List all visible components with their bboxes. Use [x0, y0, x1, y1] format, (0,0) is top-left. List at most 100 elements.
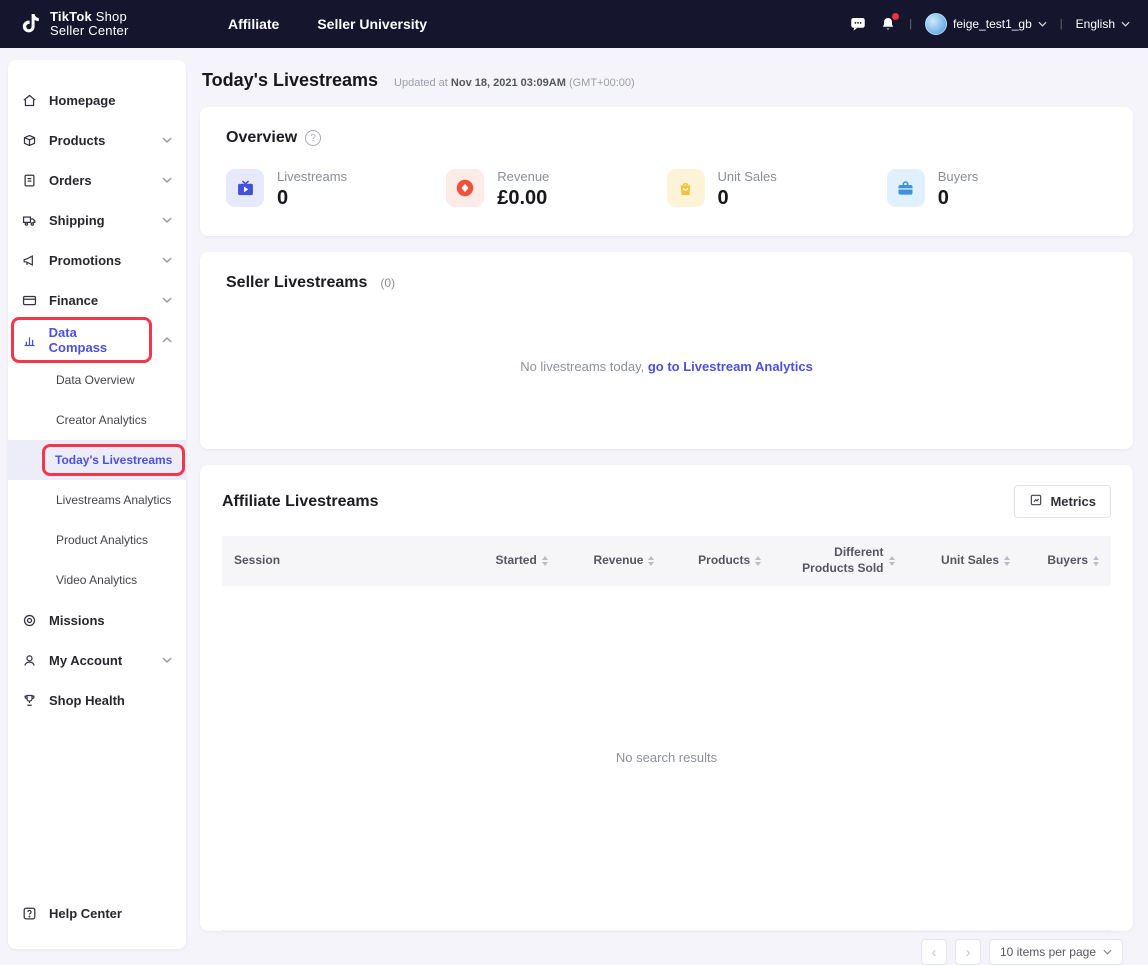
nav-seller-university[interactable]: Seller University — [317, 16, 427, 32]
overview-help-icon[interactable]: ? — [305, 130, 321, 146]
sidebar-item-data-compass[interactable]: Data Compass — [8, 320, 186, 360]
overview-title: Overview — [226, 129, 297, 147]
livestreams-tv-icon — [226, 169, 264, 207]
no-search-results-text: No search results — [222, 586, 1111, 931]
table-empty-row: No search results — [222, 586, 1111, 931]
sort-icon — [1093, 556, 1099, 566]
sidebar-item-shop-health[interactable]: Shop Health — [8, 680, 186, 720]
chevron-down-icon — [162, 657, 172, 663]
promotions-megaphone-icon — [22, 253, 39, 268]
chevron-down-icon — [162, 177, 172, 183]
chevron-down-icon — [1038, 21, 1047, 27]
empty-state-text: No livestreams today, — [520, 359, 644, 374]
subitem-label: Today's Livestreams — [55, 453, 172, 467]
sidebar-item-products[interactable]: Products — [8, 120, 186, 160]
notifications-bell-icon[interactable] — [880, 16, 896, 32]
stat-buyers: Buyers 0 — [887, 169, 1107, 210]
my-account-person-icon — [22, 653, 39, 668]
tiktok-note-icon — [18, 11, 42, 38]
livestream-analytics-link[interactable]: go to Livestream Analytics — [648, 359, 813, 374]
tiktok-shop-logo[interactable]: TikTok Shop Seller Center — [18, 10, 204, 39]
stat-unit-sales: Unit Sales 0 — [667, 169, 887, 210]
chevron-down-icon — [1103, 949, 1112, 955]
sidebar-subitem-creator-analytics[interactable]: Creator Analytics — [8, 400, 186, 440]
subitem-label: Data Overview — [56, 373, 135, 387]
sort-icon — [755, 556, 761, 566]
seller-empty-state: No livestreams today, go to Livestream A… — [200, 359, 1133, 374]
stat-value: £0.00 — [497, 187, 549, 210]
column-started[interactable]: Started — [453, 536, 560, 585]
topbar: TikTok Shop Seller Center Affiliate Sell… — [0, 0, 1148, 48]
stat-label: Revenue — [497, 168, 549, 184]
seller-livestreams-card: Seller Livestreams (0) No livestreams to… — [200, 252, 1133, 449]
home-icon — [22, 93, 39, 108]
updated-timestamp: Updated at Nov 18, 2021 03:09AM (GMT+00:… — [394, 77, 635, 89]
sidebar-subitem-todays-livestreams[interactable]: Today's Livestreams — [8, 440, 186, 480]
stat-label: Buyers — [938, 168, 978, 184]
sidebar-item-homepage[interactable]: Homepage — [8, 80, 186, 120]
sidebar-item-orders[interactable]: Orders — [8, 160, 186, 200]
topbar-divider: | — [909, 18, 912, 30]
topbar-divider: | — [1060, 18, 1063, 30]
logo-text: TikTok Shop Seller Center — [50, 10, 128, 39]
sidebar-item-help-center[interactable]: Help Center — [8, 893, 186, 933]
sidebar-item-label: Shop Health — [49, 693, 125, 708]
data-compass-chart-icon — [22, 333, 39, 348]
chevron-up-icon — [162, 337, 172, 343]
stat-livestreams: Livestreams 0 — [226, 169, 446, 210]
sidebar-subitem-livestreams-analytics[interactable]: Livestreams Analytics — [8, 480, 186, 520]
sidebar-item-shipping[interactable]: Shipping — [8, 200, 186, 240]
stat-label: Unit Sales — [718, 168, 777, 184]
column-session[interactable]: Session — [222, 536, 453, 585]
items-per-page-label: 10 items per page — [1000, 945, 1096, 959]
shipping-truck-icon — [22, 213, 39, 228]
annotation-box-data-compass: Data Compass — [11, 317, 152, 363]
sidebar-item-label: Missions — [49, 613, 105, 628]
stat-label: Livestreams — [277, 168, 347, 184]
column-different-products-sold[interactable]: Different Products Sold — [773, 536, 906, 585]
sort-icon — [542, 556, 548, 566]
annotation-box-todays-livestreams: Today's Livestreams — [42, 444, 185, 476]
nav-affiliate[interactable]: Affiliate — [228, 16, 279, 32]
column-products[interactable]: Products — [666, 536, 773, 585]
affiliate-livestreams-card: Affiliate Livestreams Metrics Session St… — [200, 465, 1133, 931]
sidebar-item-label: My Account — [49, 653, 122, 668]
sidebar-item-promotions[interactable]: Promotions — [8, 240, 186, 280]
missions-target-icon — [22, 613, 39, 628]
sidebar-subitem-video-analytics[interactable]: Video Analytics — [8, 560, 186, 600]
sidebar-item-missions[interactable]: Missions — [8, 600, 186, 640]
overview-card: Overview ? Livestreams 0 — [200, 107, 1133, 236]
column-buyers[interactable]: Buyers — [1022, 536, 1111, 585]
seller-livestreams-count: (0) — [380, 276, 395, 290]
sort-icon — [648, 556, 654, 566]
affiliate-livestreams-table: Session Started Revenue Products Differe… — [222, 536, 1111, 931]
stat-value: 0 — [277, 187, 347, 210]
pagination-next-button[interactable]: › — [955, 939, 981, 965]
user-menu[interactable]: feige_test1_gb — [925, 13, 1047, 35]
affiliate-livestreams-title: Affiliate Livestreams — [222, 493, 379, 511]
overview-stats: Livestreams 0 Revenue £0.00 — [226, 169, 1107, 210]
chevron-down-icon — [162, 137, 172, 143]
language-selector[interactable]: English — [1076, 17, 1130, 31]
chevron-down-icon — [1121, 21, 1130, 27]
language-label: English — [1076, 17, 1115, 31]
chevron-down-icon — [162, 297, 172, 303]
subitem-label: Video Analytics — [56, 573, 137, 587]
sidebar-subitem-data-overview[interactable]: Data Overview — [8, 360, 186, 400]
sidebar: Homepage Products Orders Shipping Promot… — [8, 60, 186, 949]
sort-icon — [889, 556, 895, 566]
sidebar-item-label: Finance — [49, 293, 98, 308]
messages-icon[interactable] — [849, 15, 867, 33]
column-revenue[interactable]: Revenue — [560, 536, 667, 585]
items-per-page-select[interactable]: 10 items per page — [989, 939, 1123, 965]
metrics-icon — [1029, 493, 1043, 510]
sidebar-subitem-product-analytics[interactable]: Product Analytics — [8, 520, 186, 560]
column-unit-sales[interactable]: Unit Sales — [907, 536, 1023, 585]
buyers-briefcase-icon — [887, 169, 925, 207]
table-header-row: Session Started Revenue Products Differe… — [222, 536, 1111, 585]
unit-sales-bag-icon — [667, 169, 705, 207]
pagination-prev-button[interactable]: ‹ — [921, 939, 947, 965]
sidebar-item-finance[interactable]: Finance — [8, 280, 186, 320]
sidebar-item-my-account[interactable]: My Account — [8, 640, 186, 680]
metrics-button[interactable]: Metrics — [1014, 485, 1111, 518]
